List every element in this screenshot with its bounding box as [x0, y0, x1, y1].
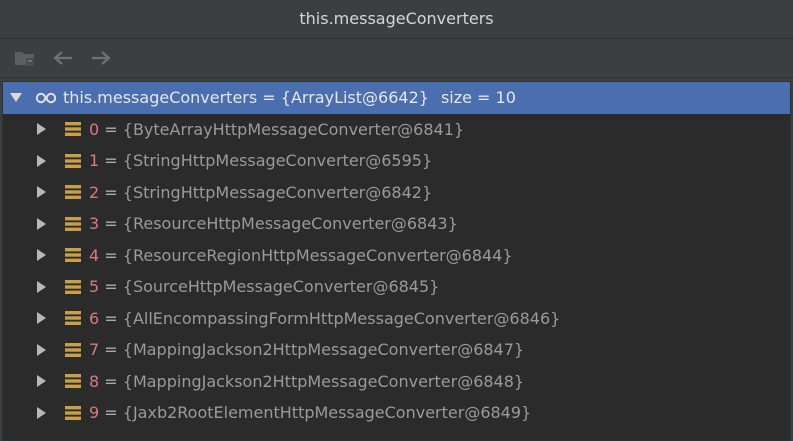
- element-value: {MappingJackson2HttpMessageConverter@684…: [122, 340, 525, 360]
- expand-right-icon[interactable]: [35, 343, 49, 356]
- equals-sign: =: [99, 340, 123, 360]
- element-index: 6: [89, 308, 100, 328]
- element-value: {StringHttpMessageConverter@6595}: [122, 151, 433, 171]
- equals-sign: =: [99, 403, 123, 423]
- equals-sign: =: [99, 308, 123, 328]
- equals-sign: =: [99, 245, 123, 265]
- element-index: 0: [89, 119, 100, 139]
- tree-child-row[interactable]: 3 = {ResourceHttpMessageConverter@6843}: [3, 208, 790, 240]
- equals-sign: =: [99, 214, 123, 234]
- element-value: {ResourceHttpMessageConverter@6843}: [122, 214, 458, 234]
- root-expression: this.messageConverters = {ArrayList@6642…: [63, 88, 429, 108]
- expand-right-icon[interactable]: [35, 186, 49, 199]
- expand-right-icon[interactable]: [35, 312, 49, 325]
- field-list-icon: [65, 405, 81, 421]
- watch-glasses-icon: [35, 92, 57, 104]
- element-index: 9: [89, 403, 100, 423]
- tree-child-row[interactable]: 6 = {AllEncompassingFormHttpMessageConve…: [3, 303, 790, 335]
- element-value: {MappingJackson2HttpMessageConverter@684…: [122, 371, 525, 391]
- expand-right-icon[interactable]: [35, 154, 49, 167]
- toolbar: [0, 39, 793, 78]
- element-index: 2: [89, 182, 100, 202]
- expand-right-icon[interactable]: [35, 217, 49, 230]
- element-value: {SourceHttpMessageConverter@6845}: [122, 277, 440, 297]
- field-list-icon: [65, 216, 81, 232]
- element-value: {StringHttpMessageConverter@6842}: [122, 182, 433, 202]
- tree-child-row[interactable]: 2 = {StringHttpMessageConverter@6842}: [3, 177, 790, 209]
- expand-right-icon[interactable]: [35, 123, 49, 136]
- folder-tree-icon[interactable]: [12, 45, 38, 71]
- equals-sign: =: [99, 151, 123, 171]
- field-list-icon: [65, 153, 81, 169]
- field-list-icon: [65, 373, 81, 389]
- equals-sign: =: [99, 119, 123, 139]
- field-list-icon: [65, 121, 81, 137]
- field-list-icon: [65, 310, 81, 326]
- element-index: 8: [89, 371, 100, 391]
- field-list-icon: [65, 184, 81, 200]
- tree-child-row[interactable]: 7 = {MappingJackson2HttpMessageConverter…: [3, 334, 790, 366]
- element-value: {Jaxb2RootElementHttpMessageConverter@68…: [122, 403, 532, 423]
- equals-sign: =: [99, 371, 123, 391]
- expand-down-icon[interactable]: [9, 92, 23, 103]
- expand-right-icon[interactable]: [35, 280, 49, 293]
- element-value: {ByteArrayHttpMessageConverter@6841}: [122, 119, 465, 139]
- expand-right-icon[interactable]: [35, 249, 49, 262]
- element-index: 4: [89, 245, 100, 265]
- element-value: {ResourceRegionHttpMessageConverter@6844…: [122, 245, 513, 265]
- element-index: 1: [89, 151, 100, 171]
- element-value: {AllEncompassingFormHttpMessageConverter…: [122, 308, 561, 328]
- tree-root-row[interactable]: this.messageConverters = {ArrayList@6642…: [3, 82, 790, 114]
- back-arrow-icon[interactable]: [50, 45, 76, 71]
- collection-size: size = 10: [440, 88, 516, 108]
- tree-child-row[interactable]: 9 = {Jaxb2RootElementHttpMessageConverte…: [3, 397, 790, 429]
- tree-child-row[interactable]: 1 = {StringHttpMessageConverter@6595}: [3, 145, 790, 177]
- field-list-icon: [65, 279, 81, 295]
- tree-child-row[interactable]: 4 = {ResourceRegionHttpMessageConverter@…: [3, 240, 790, 272]
- tree-child-row[interactable]: 5 = {SourceHttpMessageConverter@6845}: [3, 271, 790, 303]
- element-index: 3: [89, 214, 100, 234]
- equals-sign: =: [99, 182, 123, 202]
- debugger-window: this.messageConverters this.messageConve…: [0, 0, 793, 441]
- tree-child-row[interactable]: 8 = {MappingJackson2HttpMessageConverter…: [3, 366, 790, 398]
- element-index: 7: [89, 340, 100, 360]
- field-list-icon: [65, 247, 81, 263]
- forward-arrow-icon[interactable]: [88, 45, 114, 71]
- window-title: this.messageConverters: [0, 0, 793, 39]
- variables-tree[interactable]: this.messageConverters = {ArrayList@6642…: [2, 81, 791, 441]
- field-list-icon: [65, 342, 81, 358]
- equals-sign: =: [99, 277, 123, 297]
- element-index: 5: [89, 277, 100, 297]
- tree-child-row[interactable]: 0 = {ByteArrayHttpMessageConverter@6841}: [3, 114, 790, 146]
- expand-right-icon[interactable]: [35, 375, 49, 388]
- expand-right-icon[interactable]: [35, 406, 49, 419]
